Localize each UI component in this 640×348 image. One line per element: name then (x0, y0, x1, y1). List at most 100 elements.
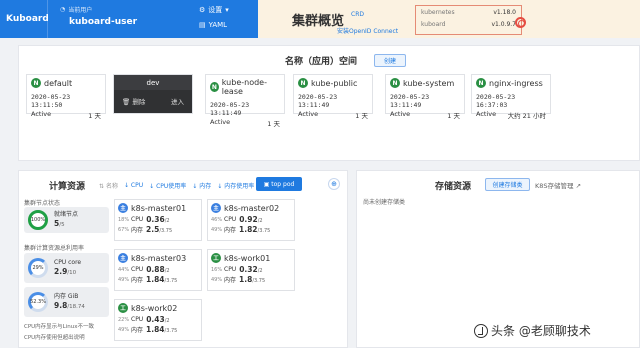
brand-logo[interactable]: Kuboard (0, 0, 49, 38)
gear-icon: ⚙ (199, 6, 206, 14)
sort-by-cpu-usage[interactable]: ↓ CPU使用率 (149, 181, 186, 190)
node-status-label: 集群节点状态 (24, 200, 61, 207)
worker-node-icon: 工 (211, 253, 221, 263)
node-card-k8s-work02[interactable]: 工 k8s-work02 22% CPU 0.43/2 49% 内存 1.84/3.75 (114, 299, 202, 341)
k8s-storage-manage-link[interactable]: K8S存储管理 ↗ (535, 180, 581, 190)
namespace-age: 大约 21 小时 (507, 112, 546, 120)
sort-by-mem[interactable]: ↓ 内存 (192, 181, 211, 190)
version-row: kubernetes v1.18.0 (421, 9, 516, 16)
settings-panel: ⚙ 设置 ▾ ▤ YAML (191, 0, 258, 38)
current-user-panel[interactable]: ◔ 当前用户 kuboard-user (48, 0, 191, 38)
settings-label: 设置 (208, 6, 223, 14)
namespace-card-default[interactable]: Ndefault 2020-05-23 13:11:50 Active 1 天 (26, 74, 106, 120)
compute-resources-section: 计算资源 ⇅ 名称 ↓ CPU ↓ CPU使用率 ↓ 内存 ↓ 内存使用率 ▣ … (18, 170, 348, 348)
yaml-label: YAML (208, 21, 228, 29)
namespace-status: Active (298, 110, 319, 118)
namespace-card-kube-system[interactable]: Nkube-system 2020-05-23 13:11:49 Active 1… (385, 74, 465, 120)
user-icon: ◔ (60, 6, 66, 13)
namespace-card-dev[interactable]: dev 🗑 删除 进入 (113, 74, 193, 114)
namespace-age: 1 天 (447, 112, 460, 120)
namespace-created: 2020-05-23 13:11:49 (210, 101, 250, 117)
namespace-card-kube-node-lease[interactable]: Nkube-node-lease 2020-05-23 13:11:49 Act… (205, 74, 285, 128)
watermark-icon (474, 323, 488, 338)
namespace-age: 1 天 (355, 112, 368, 120)
annotation-circle-icon (515, 17, 526, 28)
namespace-age: 1 天 (267, 120, 280, 128)
namespace-name: dev (114, 75, 192, 90)
namespace-name: kube-node-lease (221, 78, 267, 96)
namespace-title: 名称（应用）空间 (285, 57, 358, 67)
namespace-name: nginx-ingress (489, 78, 543, 88)
namespace-created: 2020-05-23 13:11:49 (390, 93, 430, 109)
watermark-text: 头条 @老顾聊技术 (491, 324, 591, 338)
mem-value: 9.8 (54, 301, 68, 310)
crd-link[interactable]: CRD (351, 11, 364, 18)
namespace-icon: N (298, 78, 308, 88)
namespace-name: default (44, 78, 73, 88)
openid-connect-link[interactable]: 安装OpenID Connect (337, 26, 398, 35)
sort-icon: ↓ (192, 183, 198, 190)
storage-empty-text: 尚未创建存储类 (363, 199, 406, 206)
sort-by-mem-usage[interactable]: ↓ 内存使用率 (217, 181, 254, 190)
sort-icon: ↓ (217, 183, 223, 190)
sort-by-cpu[interactable]: ↓ CPU (124, 182, 143, 189)
node-card-k8s-master03[interactable]: 主 k8s-master03 44% CPU 0.88/2 49% 内存 1.84/3.7… (114, 249, 202, 291)
node-card-k8s-master02[interactable]: 主 k8s-master02 46% CPU 0.92/2 49% 内存 1.82/3.7… (207, 199, 295, 241)
top-pod-button[interactable]: ▣ top pod (256, 177, 302, 191)
create-storage-class-button[interactable]: 创建存储类 (485, 178, 530, 191)
master-node-icon: 主 (118, 203, 128, 213)
version-row: kuboard v1.0.9.7 (421, 21, 516, 28)
namespace-status: Active (476, 110, 497, 118)
node-name: k8s-work01 (224, 253, 271, 263)
settings-menu[interactable]: ⚙ 设置 ▾ (199, 5, 252, 15)
node-card-k8s-work01[interactable]: 工 k8s-work01 16% CPU 0.32/2 49% 内存 1.8/3.75 (207, 249, 295, 291)
sort-icon: ⇅ (99, 183, 105, 190)
node-name: k8s-master02 (224, 203, 280, 213)
namespace-name: kube-public (311, 78, 358, 88)
mem-donut: 52.3% (28, 292, 48, 312)
node-name: k8s-work02 (131, 303, 178, 313)
cpu-value: 2.9 (54, 267, 68, 276)
namespace-created: 2020-05-23 13:11:49 (298, 93, 338, 109)
mem-total: /18.74 (67, 304, 85, 310)
watermark: 头条 @老顾聊技术 (474, 322, 591, 339)
namespace-icon: N (31, 78, 41, 88)
external-link-icon: ↗ (575, 182, 582, 190)
sort-by-name[interactable]: ⇅ 名称 (99, 181, 118, 190)
monitor-icon: ▣ (263, 180, 270, 188)
namespace-card-kube-public[interactable]: Nkube-public 2020-05-23 13:11:49 Active 1… (293, 74, 373, 120)
namespace-status: Active (390, 110, 411, 118)
delete-namespace-button[interactable]: 🗑 删除 (122, 96, 145, 106)
sort-icon: ↓ (123, 182, 129, 189)
footnote-link[interactable]: CPU内存使用但超出说明 (24, 333, 85, 341)
namespace-card-nginx-ingress[interactable]: Nnginx-ingress 2020-05-23 16:37:03 Activ… (471, 74, 551, 120)
file-icon: ▤ (199, 21, 206, 29)
yaml-link[interactable]: ▤ YAML (199, 21, 252, 29)
namespace-icon: N (476, 78, 486, 88)
trash-icon: 🗑 (122, 98, 131, 106)
usage-title: 集群计算资源总利用率 (24, 245, 85, 252)
cpu-donut: 29% (28, 258, 48, 278)
namespace-icon: N (210, 82, 219, 92)
top-bar: Kuboard ◔ 当前用户 kuboard-user ⚙ 设置 ▾ ▤ YAML 集群… (0, 0, 640, 38)
namespace-created: 2020-05-23 16:37:03 (476, 93, 516, 109)
ready-nodes-summary: 100% 就绪节点 5/5 (24, 207, 109, 233)
namespace-section: 名称（应用）空间 创建 Ndefault 2020-05-23 13:11:50… (18, 45, 640, 161)
zoom-icon[interactable]: ⊕ (328, 178, 340, 190)
master-node-icon: 主 (118, 253, 128, 263)
create-namespace-button[interactable]: 创建 (374, 54, 406, 67)
footnote-link[interactable]: CPU内存显示与Linux不一致 (24, 322, 94, 330)
cpu-total: /10 (67, 270, 77, 276)
cpu-label: CPU core (54, 259, 82, 266)
worker-node-icon: 工 (118, 303, 128, 313)
namespace-status: Active (210, 118, 231, 126)
current-user-name: kuboard-user (69, 17, 138, 27)
namespace-age: 1 天 (88, 112, 101, 120)
namespace-icon: N (390, 78, 400, 88)
ready-nodes-total: /5 (59, 222, 65, 228)
node-name: k8s-master01 (131, 203, 187, 213)
node-card-k8s-master01[interactable]: 主 k8s-master01 18% CPU 0.36/2 67% 内存 2.5/3.75 (114, 199, 202, 241)
node-name: k8s-master03 (131, 253, 187, 263)
enter-namespace-button[interactable]: 进入 (171, 96, 184, 106)
version-box: kubernetes v1.18.0 kuboard v1.0.9.7 (415, 5, 522, 35)
